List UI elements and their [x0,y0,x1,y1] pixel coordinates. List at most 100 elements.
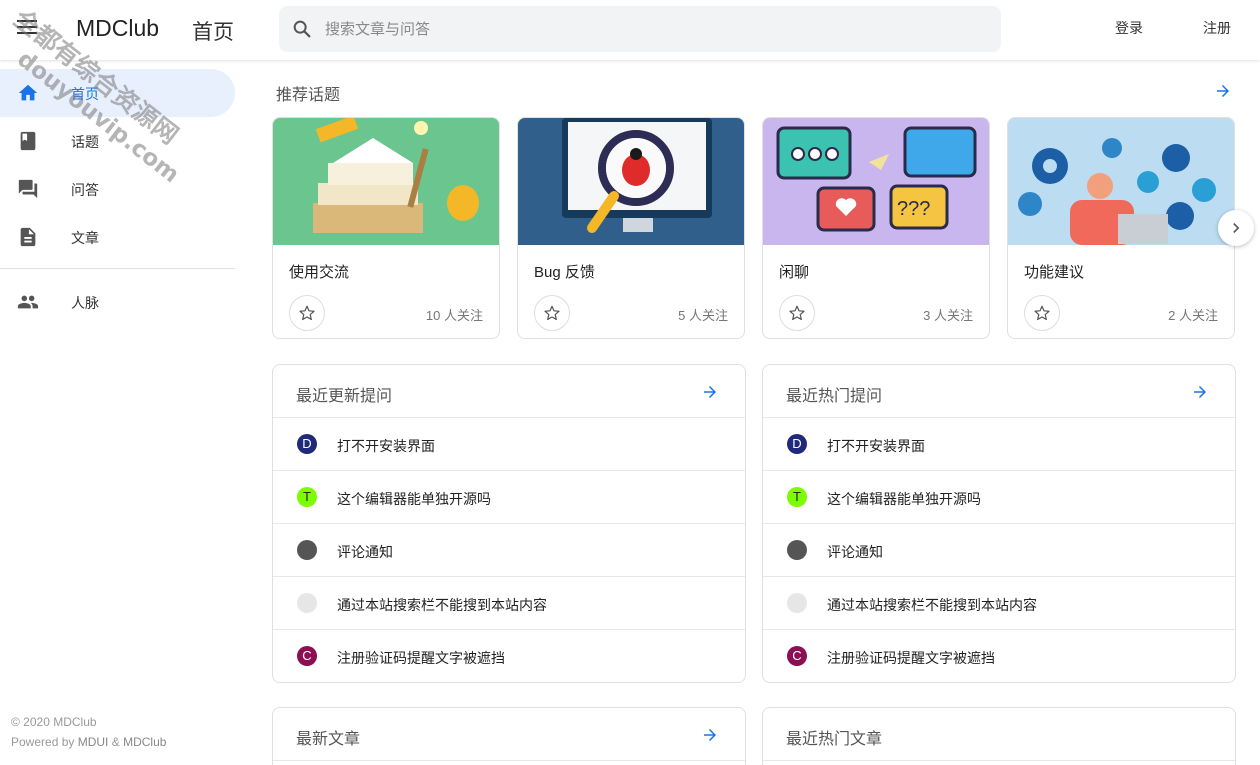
star-icon [544,305,560,321]
search-icon [293,20,311,38]
panel-title: 最近热门文章 [786,731,883,748]
sidebar-divider [0,268,235,269]
user-avatar[interactable]: C [787,646,807,666]
mdui-link[interactable]: MDUI [78,735,109,749]
page-title: 首页 [192,21,234,44]
forum-icon [18,179,38,199]
menu-icon[interactable] [14,16,40,42]
app-header: MDClub 首页 登录 注册 [0,0,1260,60]
question-row[interactable]: T 这个编辑器能单独开源吗 [273,471,745,524]
question-title[interactable]: 这个编辑器能单独开源吗 [337,489,491,509]
user-avatar[interactable] [787,593,807,613]
book-icon [20,131,36,151]
question-row[interactable]: C 注册验证码提醒文字被遮挡 [763,630,1235,682]
question-row[interactable]: T 这个编辑器能单独开源吗 [763,471,1235,524]
description-icon [20,227,36,247]
user-avatar[interactable]: D [297,434,317,454]
chevron-right-icon [1233,223,1240,233]
register-button[interactable]: 注册 [1203,18,1231,38]
sidebar-item-topics[interactable]: 话题 [0,117,235,165]
powered-by-text: Powered by MDUI & MDClub [11,735,167,749]
panel-title: 最近热门提问 [786,388,883,405]
question-title[interactable]: 通过本站搜索栏不能搜到本站内容 [337,595,547,615]
arrow-right-icon[interactable] [701,383,719,401]
sidebar-item-label: 首页 [71,86,99,102]
follow-button[interactable] [779,295,815,331]
topic-cover-image: ??? [763,118,989,245]
panel-title: 最新文章 [296,731,361,748]
question-title[interactable]: 注册验证码提醒文字被遮挡 [827,648,995,668]
topic-card[interactable]: ??? 闲聊 3 人关注 [762,117,990,339]
follow-button[interactable] [534,295,570,331]
copyright-text: © 2020 MDClub [11,715,97,729]
user-avatar[interactable] [297,540,317,560]
star-icon [299,305,315,321]
question-title[interactable]: 打不开安装界面 [337,436,435,456]
topic-cover-image [273,118,499,245]
recent-questions-panel: 最近更新提问 D 打不开安装界面 T 这个编辑器能单独开源吗 评论通知通过本站搜索栏不能… [272,364,746,683]
latest-articles-panel: 最新文章 [272,707,746,765]
star-icon [1034,305,1050,321]
panel-header: 最近热门提问 [763,365,1235,418]
arrow-right-icon[interactable] [701,726,719,744]
user-avatar[interactable]: T [787,487,807,507]
question-row[interactable]: C 注册验证码提醒文字被遮挡 [273,630,745,682]
login-button[interactable]: 登录 [1115,18,1143,38]
user-avatar[interactable]: T [297,487,317,507]
follow-button[interactable] [1024,295,1060,331]
question-title[interactable]: 评论通知 [337,542,393,562]
search-input[interactable] [325,6,985,52]
user-avatar[interactable] [787,540,807,560]
follow-button[interactable] [289,295,325,331]
hot-articles-panel: 最近热门文章 [762,707,1236,765]
sidebar-item-label: 人脉 [71,295,99,311]
search-box[interactable] [279,6,1001,52]
panel-title: 最近更新提问 [296,388,393,405]
follower-count: 5 人关注 [678,308,728,323]
question-row[interactable]: 评论通知 [763,524,1235,577]
sidebar-item-articles[interactable]: 文章 [0,213,235,261]
question-list: D 打不开安装界面 T 这个编辑器能单独开源吗 评论通知通过本站搜索栏不能搜到本站内容 C… [763,418,1235,682]
topic-card[interactable]: Bug 反馈 5 人关注 [517,117,745,339]
topic-name: Bug 反馈 [534,264,595,281]
user-avatar[interactable]: C [297,646,317,666]
question-title[interactable]: 注册验证码提醒文字被遮挡 [337,648,505,668]
question-row[interactable]: 评论通知 [273,524,745,577]
question-title[interactable]: 评论通知 [827,542,883,562]
topic-card[interactable]: 功能建议 2 人关注 [1007,117,1235,339]
people-icon [17,295,39,309]
sidebar-item-label: 问答 [71,182,99,198]
panel-header: 最近更新提问 [273,365,745,418]
question-row[interactable]: D 打不开安装界面 [763,418,1235,471]
question-title[interactable]: 打不开安装界面 [827,436,925,456]
user-avatar[interactable] [297,593,317,613]
sidebar-item-people[interactable]: 人脉 [0,278,235,326]
sidebar-item-home[interactable]: 首页 [0,69,235,117]
home-icon [18,84,38,101]
panel-header: 最新文章 [273,708,745,761]
carousel-next-button[interactable] [1218,210,1254,246]
section-title-topics: 推荐话题 [276,87,341,104]
topic-cover-image [518,118,744,245]
site-logo[interactable]: MDClub [76,15,159,42]
follower-count: 3 人关注 [923,308,973,323]
question-title[interactable]: 通过本站搜索栏不能搜到本站内容 [827,595,1037,615]
hot-questions-panel: 最近热门提问 D 打不开安装界面 T 这个编辑器能单独开源吗 评论通知通过本站搜索栏不能… [762,364,1236,683]
sidebar-item-questions[interactable]: 问答 [0,165,235,213]
mdclub-link[interactable]: MDClub [123,735,166,749]
question-row[interactable]: D 打不开安装界面 [273,418,745,471]
sidebar-item-label: 话题 [71,134,99,150]
question-row[interactable]: 通过本站搜索栏不能搜到本站内容 [273,577,745,630]
svg-text:???: ??? [897,198,930,220]
question-row[interactable]: 通过本站搜索栏不能搜到本站内容 [763,577,1235,630]
sidebar-footer: © 2020 MDClub Powered by MDUI & MDClub [11,712,166,752]
arrow-right-icon[interactable] [1214,82,1232,100]
panel-header: 最近热门文章 [763,708,1235,761]
question-title[interactable]: 这个编辑器能单独开源吗 [827,489,981,509]
user-avatar[interactable]: D [787,434,807,454]
star-icon [789,305,805,321]
topic-card[interactable]: 使用交流 10 人关注 [272,117,500,339]
arrow-right-icon[interactable] [1191,383,1209,401]
question-list: D 打不开安装界面 T 这个编辑器能单独开源吗 评论通知通过本站搜索栏不能搜到本站内容 C… [273,418,745,682]
sidebar: 首页 话题 问答 文章 人脉 © 2020 MDClub Powered by … [0,60,240,765]
